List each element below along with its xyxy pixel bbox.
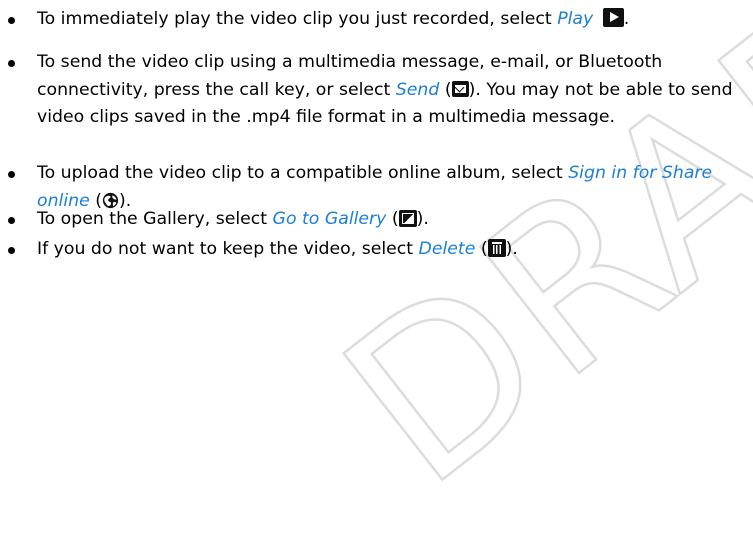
item-text: If you do not want to keep the video, se… bbox=[37, 239, 419, 259]
share-online-globe-icon bbox=[102, 191, 119, 208]
list-item-gallery: To open the Gallery, select Go to Galler… bbox=[0, 206, 429, 234]
go-to-gallery-link[interactable]: Go to Gallery bbox=[273, 209, 387, 229]
message-envelope-icon bbox=[451, 80, 469, 97]
list-item-delete: If you do not want to keep the video, se… bbox=[0, 236, 518, 264]
play-link[interactable]: Play bbox=[557, 9, 593, 29]
gallery-icon bbox=[398, 210, 417, 227]
delete-link[interactable]: Delete bbox=[419, 239, 476, 259]
item-text: To upload the video clip to a compatible… bbox=[37, 163, 569, 183]
period: . bbox=[623, 9, 630, 29]
trash-icon bbox=[487, 239, 506, 257]
play-icon bbox=[602, 8, 624, 27]
item-text: To open the Gallery, select bbox=[37, 209, 273, 229]
list-item-play: To immediately play the video clip you j… bbox=[0, 6, 629, 34]
send-link[interactable]: Send bbox=[396, 80, 440, 100]
item-text: To immediately play the video clip you j… bbox=[37, 9, 558, 29]
list-item-send: To send the video clip using a multimedi… bbox=[0, 49, 753, 132]
